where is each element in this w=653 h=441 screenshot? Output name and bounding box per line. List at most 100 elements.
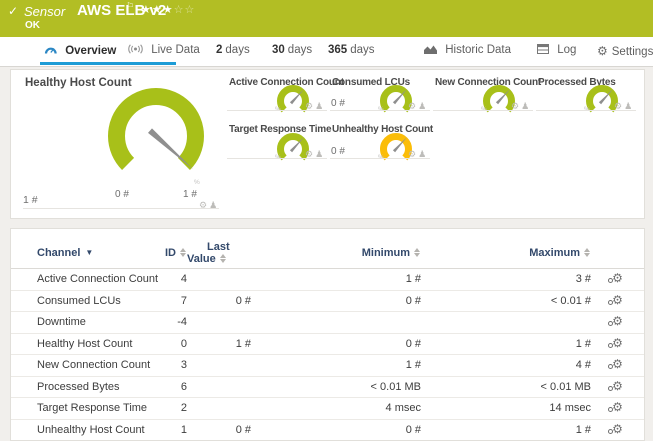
tab-overview[interactable]: Overview [44, 44, 116, 62]
primary-gauge-value: 1 # [23, 194, 38, 206]
tab-label: Live Data [151, 44, 200, 56]
column-header-maximum[interactable]: Maximum [421, 247, 591, 259]
table-row[interactable]: Active Connection Count 4 1 # 3 # ⚙ [11, 269, 644, 291]
tab-settings[interactable]: ⚙ Settings [597, 44, 653, 62]
channel-settings-icon[interactable]: ⚙ [608, 315, 623, 327]
tab-label: days [287, 44, 313, 56]
log-icon [537, 44, 552, 57]
divider [433, 110, 533, 111]
channel-settings-icon[interactable]: ⚙ [608, 294, 623, 306]
channel-maximum: 1 # [575, 337, 591, 350]
channel-maximum: < 0.01 # [550, 294, 591, 307]
column-header-channel[interactable]: Channel ▼ [11, 247, 161, 259]
channel-maximum: 1 # [575, 423, 591, 436]
channel-settings-icon[interactable]: ⚙ [608, 272, 623, 284]
divider [330, 158, 430, 159]
channel-name: Downtime [37, 316, 86, 329]
ok-check-icon: ✓ [8, 4, 19, 18]
table-row[interactable]: Unhealthy Host Count 1 0 # 0 # 1 # ⚙ [11, 420, 644, 441]
channel-minimum: 4 msec [385, 402, 421, 415]
tab-number: 30 [272, 44, 285, 56]
primary-gauge-arc [108, 88, 204, 170]
channel-id: 7 [180, 294, 187, 307]
sort-icon [180, 247, 187, 257]
gauges-panel: Healthy Host Count % 0 # 1 # 1 # ⚙♟ Acti… [10, 69, 645, 219]
sort-icon [219, 253, 227, 263]
channel-minimum: < 0.01 MB [370, 380, 421, 393]
sort-icon [584, 247, 591, 257]
divider [227, 158, 327, 159]
divider [330, 110, 430, 111]
column-header-id[interactable]: ID [161, 247, 187, 259]
signal-icon [128, 44, 146, 57]
channel-name: Target Response Time [37, 402, 148, 415]
tab-30-days[interactable]: 30 days [272, 44, 312, 62]
column-header-minimum[interactable]: Minimum [251, 247, 421, 259]
tab-label: Log [557, 44, 577, 56]
table-row[interactable]: Target Response Time 2 4 msec 14 msec ⚙ [11, 398, 644, 420]
tab-365-days[interactable]: 365 days [328, 44, 374, 62]
tab-log[interactable]: Log [537, 44, 576, 62]
channel-settings-icon[interactable]: ⚙ [608, 358, 623, 370]
table-row[interactable]: Healthy Host Count 0 1 # 0 # 1 # ⚙ [11, 334, 644, 355]
sort-icon [414, 247, 421, 257]
sort-desc-icon: ▼ [85, 247, 94, 257]
channel-name: Processed Bytes [37, 380, 120, 393]
object-kind-label: Sensor [24, 4, 66, 19]
channel-maximum: 3 # [575, 273, 591, 286]
primary-gauge-min-label: 0 # [115, 189, 129, 200]
rating-stars[interactable]: ★★★☆☆ [141, 3, 195, 16]
channel-id: 0 [180, 337, 187, 350]
small-gauge-value: 0 # [331, 146, 345, 157]
divider [23, 208, 219, 209]
percent-toggle[interactable]: % [194, 179, 200, 186]
channel-last-value: 0 # [235, 423, 251, 436]
channel-id: 4 [180, 273, 187, 286]
table-row[interactable]: New Connection Count 3 1 # 4 # ⚙ [11, 355, 644, 377]
table-row[interactable]: Downtime -4 ⚙ [11, 312, 644, 334]
tab-label: Historic Data [445, 44, 512, 56]
channel-id: 2 [180, 402, 187, 415]
primary-gauge[interactable] [96, 76, 216, 196]
channel-maximum: 4 # [575, 359, 591, 372]
channel-minimum: 0 # [405, 337, 421, 350]
tab-number: 2 [216, 44, 223, 56]
tab-live-data[interactable]: Live Data [128, 44, 200, 62]
channel-maximum: 14 msec [549, 402, 591, 415]
tab-label: days [225, 44, 250, 56]
priority-flag-icon[interactable]: ⚐ [126, 1, 134, 12]
channel-name: Unhealthy Host Count [37, 423, 145, 436]
tab-label: days [350, 44, 375, 56]
channel-minimum: 1 # [405, 273, 421, 286]
small-gauge-value: 0 # [331, 98, 345, 109]
table-row[interactable]: Consumed LCUs 7 0 # 0 # < 0.01 # ⚙ [11, 291, 644, 312]
channel-minimum: 0 # [405, 294, 421, 307]
divider [227, 110, 327, 111]
sensor-overview-page: ✓ Sensor AWS ELB v2 ⚐ ★★★☆☆ OK Overview … [0, 0, 653, 441]
sensor-header: ✓ Sensor AWS ELB v2 ⚐ ★★★☆☆ OK [0, 0, 653, 37]
channel-maximum: < 0.01 MB [540, 380, 591, 393]
table-row[interactable]: Processed Bytes 6 < 0.01 MB < 0.01 MB ⚙ [11, 377, 644, 398]
channel-minimum: 1 # [405, 359, 421, 372]
rating-stars-empty: ☆☆ [173, 4, 196, 16]
tab-number: 365 [328, 44, 348, 56]
tab-historic-data[interactable]: Historic Data [424, 44, 511, 62]
channel-name: Healthy Host Count [37, 337, 133, 350]
channel-id: 6 [180, 380, 187, 393]
channel-settings-icon[interactable]: ⚙ [608, 380, 623, 392]
table-header-row: Channel ▼ ID Last Value Minimum Maximum [11, 229, 644, 269]
channel-name: Active Connection Count [37, 273, 159, 286]
gauge-tab-icon [44, 46, 60, 58]
chart-icon [424, 45, 440, 57]
channel-last-value: 1 # [235, 337, 251, 350]
tab-2-days[interactable]: 2 days [216, 44, 250, 62]
channel-last-value: 0 # [235, 294, 251, 307]
channel-settings-icon[interactable]: ⚙ [608, 423, 623, 435]
active-tab-underline [40, 62, 176, 65]
column-header-last-value[interactable]: Last Value [187, 241, 251, 265]
channel-id: -4 [177, 316, 187, 329]
primary-gauge-max-label: 1 # [183, 189, 197, 200]
channel-minimum: 0 # [405, 423, 421, 436]
channel-settings-icon[interactable]: ⚙ [608, 337, 623, 349]
channel-settings-icon[interactable]: ⚙ [608, 401, 623, 413]
